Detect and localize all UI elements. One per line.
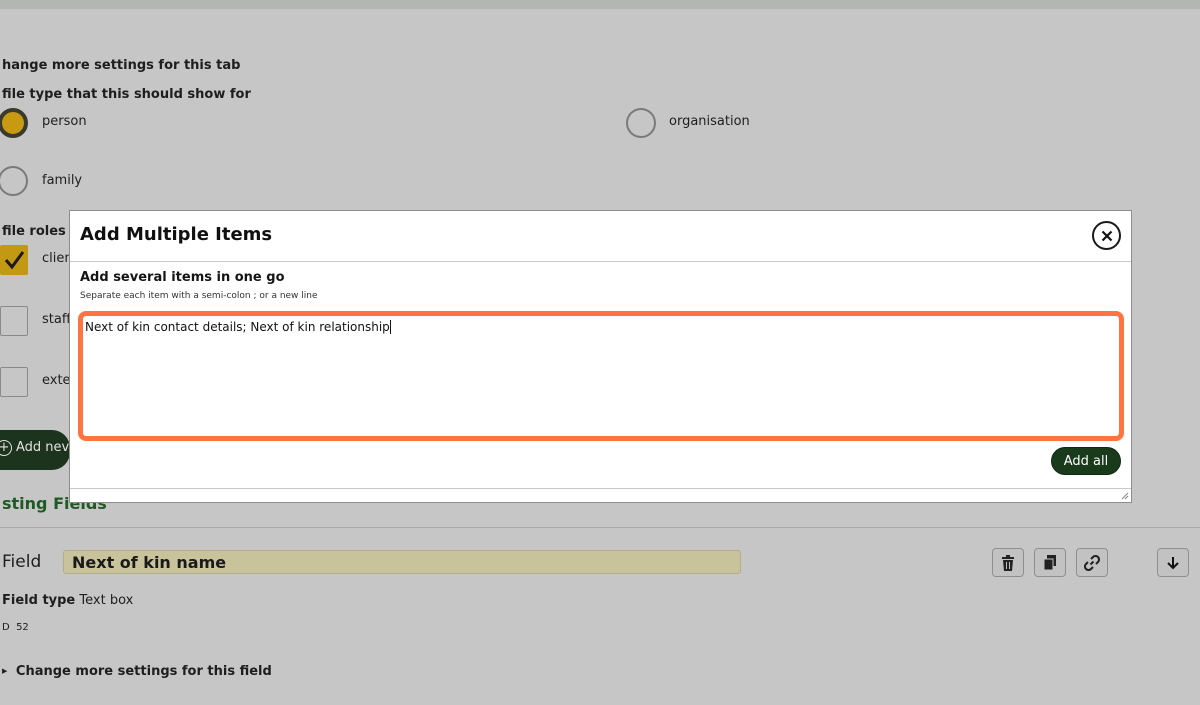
- items-textarea[interactable]: Next of kin contact details; Next of kin…: [78, 311, 1124, 441]
- delete-field-button[interactable]: [992, 548, 1024, 577]
- resize-grip-icon[interactable]: [1121, 492, 1129, 500]
- field-type-value: Text box: [79, 593, 134, 608]
- field-id-label: D: [2, 622, 10, 633]
- items-field-label: Add several items in one go: [80, 270, 285, 285]
- field-settings-toggle[interactable]: ▶ Change more settings for this field: [2, 664, 272, 679]
- link-field-button[interactable]: [1076, 548, 1108, 577]
- copy-field-button[interactable]: [1034, 548, 1066, 577]
- checkbox-external-label: exte: [42, 373, 71, 388]
- checkbox-staff[interactable]: [0, 306, 28, 336]
- trash-icon: [1002, 554, 1014, 571]
- add-multiple-items-modal: Add Multiple Items Add several items in …: [69, 210, 1132, 503]
- text-caret: [389, 320, 391, 334]
- radio-organisation-label: organisation: [669, 114, 750, 129]
- close-button[interactable]: [1092, 221, 1121, 250]
- field-type-label: Field type: [2, 593, 76, 608]
- field-name-input[interactable]: Next of kin name: [63, 550, 741, 574]
- field-label: Field: [2, 552, 42, 572]
- radio-person[interactable]: [0, 108, 28, 138]
- add-new-field-button[interactable]: + Add nev: [0, 430, 70, 470]
- plus-icon: +: [0, 440, 12, 456]
- checkbox-staff-label: staff: [42, 312, 71, 327]
- checkbox-external[interactable]: [0, 367, 28, 397]
- arrow-down-icon: [1167, 556, 1179, 569]
- add-new-label: Add nev: [16, 440, 70, 455]
- link-icon: [1084, 554, 1100, 571]
- move-down-button[interactable]: [1157, 548, 1189, 577]
- checkbox-client[interactable]: [0, 245, 28, 275]
- checkmark-icon: [4, 251, 25, 270]
- divider: [0, 527, 1200, 528]
- triangle-right-icon: ▶: [2, 667, 8, 675]
- settings-tab-heading[interactable]: hange more settings for this tab: [2, 58, 240, 73]
- modal-header: Add Multiple Items: [70, 211, 1131, 262]
- profile-type-label: file type that this should show for: [2, 87, 251, 102]
- field-settings-label: Change more settings for this field: [15, 664, 272, 679]
- radio-family[interactable]: [0, 166, 28, 196]
- radio-family-label: family: [42, 173, 83, 188]
- copy-icon: [1043, 554, 1056, 570]
- field-id-value: 52: [16, 622, 29, 633]
- items-textarea-value: Next of kin contact details; Next of kin…: [85, 320, 390, 334]
- modal-title: Add Multiple Items: [80, 224, 273, 245]
- items-textarea-content: Next of kin contact details; Next of kin…: [85, 320, 391, 334]
- field-id-row: D 52: [2, 622, 29, 633]
- modal-footer-divider: [70, 488, 1131, 489]
- close-icon: [1101, 230, 1112, 241]
- radio-person-label: person: [42, 114, 87, 129]
- add-all-button[interactable]: Add all: [1051, 447, 1121, 475]
- items-field-hint: Separate each item with a semi-colon ; o…: [80, 291, 318, 301]
- field-type-row: Field type Text box: [2, 593, 133, 608]
- top-bar: [0, 0, 1200, 9]
- radio-organisation[interactable]: [626, 108, 656, 138]
- field-name-value: Next of kin name: [72, 553, 227, 572]
